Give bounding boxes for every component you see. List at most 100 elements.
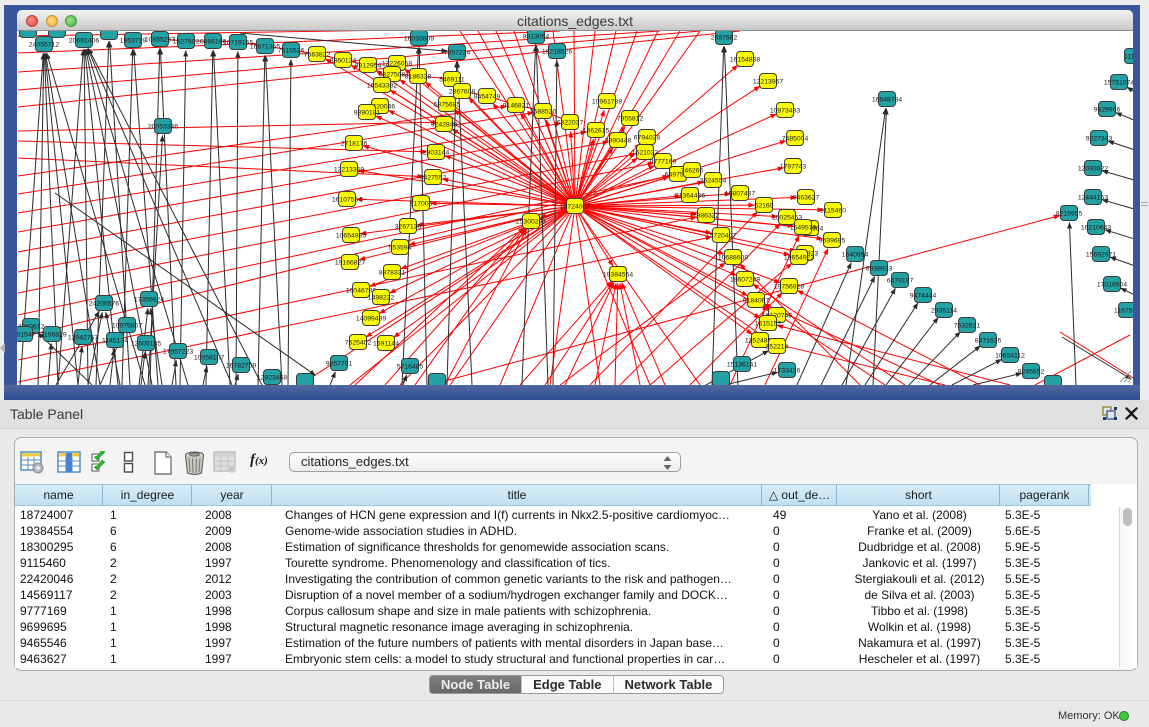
svg-text:1953719: 1953719 — [120, 38, 147, 45]
svg-text:9463627: 9463627 — [793, 195, 820, 202]
svg-text:7515526: 7515526 — [278, 48, 305, 55]
svg-text:12444153: 12444153 — [1078, 195, 1108, 202]
svg-text:1640954: 1640954 — [842, 252, 869, 259]
svg-text:15692971: 15692971 — [1086, 252, 1116, 259]
svg-text:10807487: 10807487 — [725, 191, 755, 198]
svg-text:1733426: 1733426 — [774, 368, 801, 375]
svg-text:10973493: 10973493 — [770, 108, 800, 115]
svg-text:16543382: 16543382 — [367, 83, 397, 90]
svg-text:2867608: 2867608 — [449, 89, 476, 96]
svg-text:19218526: 19218526 — [542, 49, 572, 56]
svg-text:8878331: 8878331 — [379, 270, 406, 277]
svg-text:7485004: 7485004 — [782, 136, 809, 143]
svg-text:7632621: 7632621 — [954, 323, 981, 330]
svg-text:9474444: 9474444 — [910, 293, 937, 300]
svg-text:7955812: 7955812 — [617, 116, 644, 123]
svg-text:3624554: 3624554 — [700, 178, 727, 185]
svg-text:9242848: 9242848 — [431, 122, 458, 129]
svg-text:15751074: 15751074 — [1104, 80, 1133, 87]
svg-text:5875685: 5875685 — [434, 102, 461, 109]
svg-text:917006: 917006 — [410, 201, 433, 208]
svg-text:12213369: 12213369 — [334, 167, 364, 174]
svg-text:10654112: 10654112 — [995, 353, 1025, 360]
svg-text:2935114: 2935114 — [931, 308, 957, 315]
svg-text:10654985: 10654985 — [336, 233, 366, 240]
svg-text:1588520: 1588520 — [530, 109, 557, 116]
svg-text:16648784: 16648784 — [872, 97, 902, 104]
svg-text:9184067: 9184067 — [743, 298, 770, 305]
svg-text:1362615: 1362615 — [583, 128, 610, 135]
svg-text:62160: 62160 — [755, 203, 774, 210]
svg-text:7663822: 7663822 — [304, 52, 331, 59]
svg-text:10046788: 10046788 — [346, 288, 376, 295]
svg-text:1549579: 1549579 — [790, 225, 817, 232]
svg-text:24206576: 24206576 — [89, 301, 119, 308]
svg-text:7986322: 7986322 — [693, 213, 720, 220]
svg-text:12505135: 12505135 — [131, 341, 161, 348]
svg-text:8813054: 8813054 — [523, 34, 550, 41]
svg-text:7357224: 7357224 — [444, 50, 471, 57]
svg-text:1797743: 1797743 — [780, 164, 807, 171]
svg-text:16671355: 16671355 — [250, 44, 280, 51]
svg-text:2687682: 2687682 — [711, 35, 738, 42]
svg-text:2803144: 2803144 — [423, 150, 450, 157]
svg-text:5716485: 5716485 — [397, 364, 424, 371]
svg-text:9115460: 9115460 — [820, 208, 846, 215]
svg-text:12213967: 12213967 — [753, 79, 783, 86]
svg-text:8860124: 8860124 — [330, 58, 357, 65]
svg-text:19384554: 19384554 — [603, 272, 633, 279]
svg-text:6794028: 6794028 — [634, 135, 661, 142]
svg-text:17016504: 17016504 — [1097, 282, 1127, 289]
svg-text:18724007: 18724007 — [560, 204, 590, 211]
svg-text:9699695: 9699695 — [819, 238, 846, 245]
svg-text:7625402: 7625402 — [345, 340, 372, 347]
svg-text:553594: 553594 — [389, 245, 412, 252]
svg-text:20691406: 20691406 — [69, 38, 99, 45]
svg-text:20053346: 20053346 — [148, 124, 178, 131]
svg-text:9857791: 9857791 — [326, 361, 353, 368]
svg-text:25300203: 25300203 — [516, 219, 546, 226]
svg-text:8427552: 8427552 — [420, 175, 447, 182]
svg-text:746266: 746266 — [681, 168, 704, 175]
svg-text:12942757: 12942757 — [68, 335, 98, 342]
svg-text:3267130: 3267130 — [395, 224, 422, 231]
svg-text:1615152: 1615152 — [755, 321, 782, 328]
svg-text:10958107: 10958107 — [194, 355, 224, 362]
svg-text:1527602: 1527602 — [173, 39, 200, 46]
svg-text:2718176: 2718176 — [341, 141, 368, 148]
svg-text:1498222: 1498222 — [368, 295, 395, 302]
svg-text:8454749: 8454749 — [474, 94, 501, 101]
svg-text:9245652: 9245652 — [1018, 369, 1045, 376]
svg-text:9227343: 9227343 — [1086, 136, 1113, 143]
svg-text:15136141: 15136141 — [727, 362, 757, 369]
svg-text:11156829: 11156829 — [37, 332, 66, 339]
svg-text:8990448: 8990448 — [605, 138, 632, 145]
svg-text:14099489: 14099489 — [356, 316, 386, 323]
svg-text:8186328: 8186328 — [405, 74, 432, 81]
svg-text:17957223: 17957223 — [163, 349, 193, 356]
svg-text:1167535: 1167535 — [1114, 308, 1133, 315]
svg-text:391547: 391547 — [17, 332, 36, 339]
svg-text:8938923: 8938923 — [866, 266, 893, 273]
svg-text:19654923: 19654923 — [784, 255, 814, 262]
svg-text:16033809: 16033809 — [404, 36, 434, 43]
svg-text:8215955: 8215955 — [1056, 211, 1083, 218]
svg-text:15720407: 15720407 — [706, 233, 736, 240]
svg-text:21364436: 21364436 — [675, 193, 705, 200]
svg-text:1691144: 1691144 — [373, 341, 399, 348]
svg-text:8471626: 8471626 — [975, 338, 1002, 345]
svg-text:18607249: 18607249 — [730, 277, 760, 284]
svg-text:8912954: 8912954 — [355, 63, 382, 70]
svg-text:11123: 11123 — [1124, 54, 1133, 61]
svg-text:6479197: 6479197 — [887, 278, 914, 285]
svg-text:10688609: 10688609 — [718, 255, 748, 262]
svg-text:19756928: 19756928 — [774, 284, 804, 291]
svg-text:9146821: 9146821 — [503, 103, 530, 110]
svg-text:10975857: 10975857 — [112, 323, 142, 330]
svg-text:6322037: 6322037 — [557, 120, 584, 127]
svg-text:9777169: 9777169 — [650, 159, 677, 166]
svg-text:17359924: 17359924 — [134, 297, 164, 304]
svg-text:10961788: 10961788 — [592, 99, 622, 106]
svg-text:24055712: 24055712 — [29, 42, 59, 49]
svg-text:16107554: 16107554 — [332, 197, 362, 204]
